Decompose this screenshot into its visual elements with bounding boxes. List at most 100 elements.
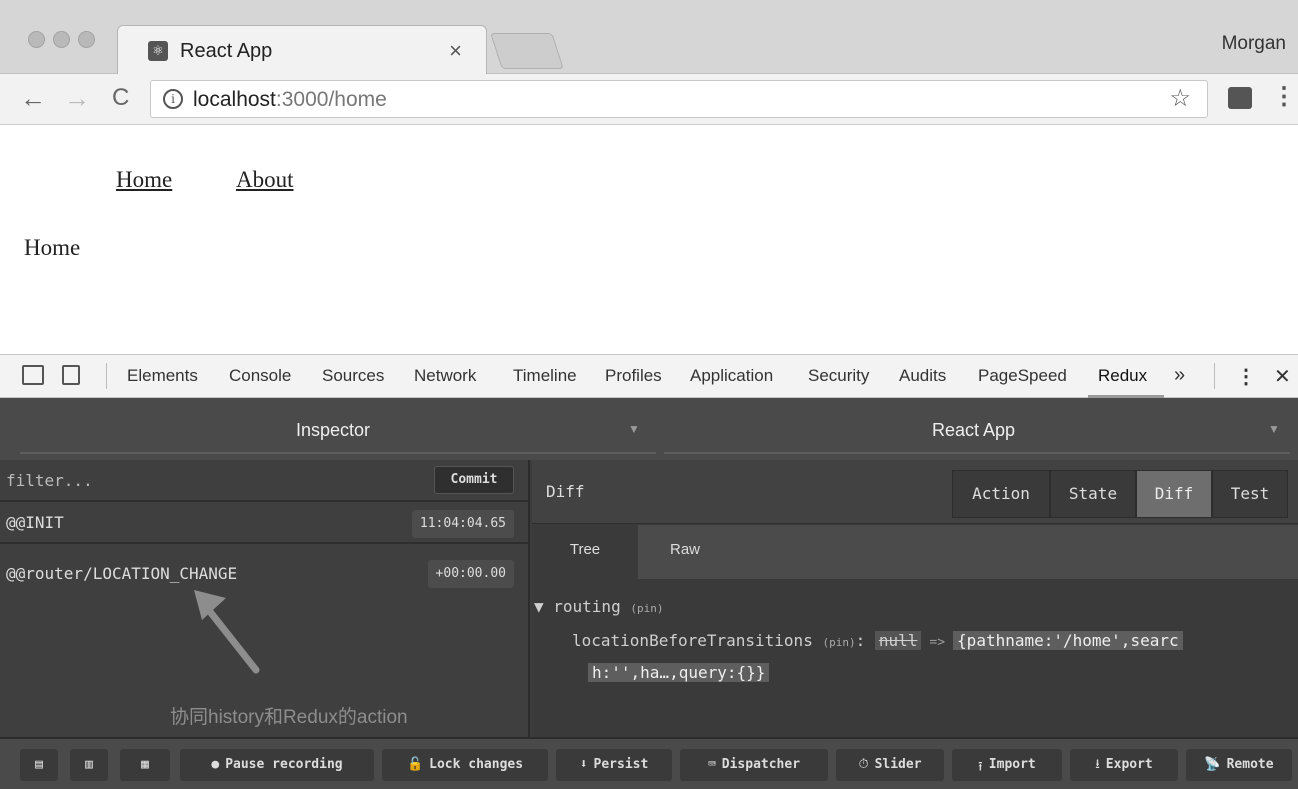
extension-icon[interactable] [1228,87,1252,109]
info-icon[interactable]: i [163,89,183,109]
browser-tab[interactable]: ⚛ React App × [117,25,487,74]
annotation-text: 协同history和Redux的action [170,707,408,728]
lock-changes-button[interactable]: 🔓 Lock changes [382,749,548,781]
browser-toolbar: ← → C i localhost:3000/home ☆ ⋮ [0,74,1298,125]
forward-icon[interactable]: → [64,83,90,113]
list-item[interactable]: @@INIT 11:04:04.65 [0,504,528,544]
layout-right-button[interactable]: ▥ [70,749,108,781]
expand-triangle-icon[interactable]: ▼ [534,597,553,616]
tab-state[interactable]: State [1050,470,1136,518]
tab-sources[interactable]: Sources [322,366,384,386]
tab-test[interactable]: Test [1212,470,1288,518]
pin-link[interactable]: (pin) [822,636,855,649]
upload-icon: ⭳ [978,758,983,773]
layout-left-button[interactable]: ▤ [20,749,58,781]
tab-raw[interactable]: Raw [648,525,722,579]
stopwatch-icon: ⏱ [858,757,869,772]
chevron-down-icon[interactable]: ▼ [1268,422,1280,436]
annotation-arrow-icon [194,590,260,674]
persist-button[interactable]: ⬇ Persist [556,749,672,781]
more-tabs-icon[interactable]: » [1174,364,1185,387]
tree-key: locationBeforeTransitions [572,631,813,650]
tab-application[interactable]: Application [690,366,773,386]
diff-header: Diff Action State Diff Test [532,460,1298,524]
pause-recording-button[interactable]: ● Pause recording [180,749,374,781]
inspector-select[interactable]: Inspector [296,420,370,441]
devtools-close-icon[interactable]: ✕ [1274,364,1291,389]
react-favicon-icon: ⚛ [148,41,168,61]
added-value: h:'',ha…,query:{}} [588,663,770,682]
tab-network[interactable]: Network [414,366,476,386]
pin-link[interactable]: (pin) [630,602,663,615]
device-toolbar-icon[interactable] [62,365,80,385]
filter-row: filter... Commit [0,460,528,502]
reload-icon[interactable]: C [112,83,129,113]
devtools-menu-icon[interactable]: ⋮ [1236,364,1256,389]
tab-console[interactable]: Console [229,366,291,386]
lock-icon: 🔓 [406,757,424,772]
back-icon[interactable]: ← [20,83,46,113]
export-button[interactable]: ⭳ Export [1070,749,1178,781]
browser-tab-bar: ⚛ React App × Morgan [0,0,1298,74]
browser-menu-icon[interactable]: ⋮ [1272,82,1296,111]
tab-tree[interactable]: Tree [532,525,638,579]
tree-value-continued: h:'',ha…,query:{}} [588,663,770,682]
tree-node-routing[interactable]: ▼ routing (pin) [534,597,663,616]
redux-devtools-panel: Inspector ▼ React App ▼ filter... Commit… [0,398,1298,789]
filter-input[interactable]: filter... [6,471,93,490]
action-name: @@INIT [6,513,64,532]
address-bar[interactable]: i localhost:3000/home ☆ [150,80,1208,118]
redux-bottom-toolbar: ▤ ▥ ▦ ● Pause recording 🔓 Lock changes ⬇ Pe… [0,737,1298,789]
layout-right-icon: ▥ [85,757,93,772]
monitor-header: Inspector ▼ React App ▼ [0,398,1298,460]
divider [1214,363,1215,389]
pin-icon: ⬇ [579,757,588,772]
dispatcher-button[interactable]: ⌨ Dispatcher [680,749,828,781]
tab-action[interactable]: Action [952,470,1050,518]
tab-diff[interactable]: Diff [1136,470,1212,518]
tab-elements[interactable]: Elements [127,366,198,386]
pane-title: Diff [546,482,585,501]
bookmark-star-icon[interactable]: ☆ [1169,84,1191,113]
tab-security[interactable]: Security [808,366,869,386]
url-text[interactable]: localhost:3000/home [193,88,387,112]
divider [20,452,656,454]
import-button[interactable]: ⭳ Import [952,749,1062,781]
inspect-element-icon[interactable] [22,365,44,385]
commit-button[interactable]: Commit [434,466,514,494]
download-icon: ⭳ [1095,757,1100,772]
divider [664,452,1290,454]
nav-link-home[interactable]: Home [116,167,172,193]
profile-name[interactable]: Morgan [1222,33,1286,55]
page-heading: Home [24,235,81,260]
instance-select[interactable]: React App [932,420,1015,441]
tree-node-location[interactable]: locationBeforeTransitions (pin): null =>{… [572,631,1183,650]
remote-button[interactable]: 📡 Remote [1186,749,1292,781]
divider [106,363,107,389]
layout-left-icon: ▤ [35,757,43,772]
chevron-down-icon[interactable]: ▼ [628,422,640,436]
nav-link-about[interactable]: About [236,167,294,193]
tree-key: routing [553,597,621,616]
devtools-tab-strip: Elements Console Sources Network Timelin… [0,354,1298,398]
new-tab-button[interactable] [490,33,564,69]
window-controls [28,31,95,48]
tab-close-icon[interactable]: × [449,38,462,64]
tab-timeline[interactable]: Timeline [513,366,577,386]
maximize-window-icon[interactable] [78,31,95,48]
layout-bottom-icon: ▦ [141,757,149,772]
tab-profiles[interactable]: Profiles [605,366,662,386]
layout-bottom-button[interactable]: ▦ [120,749,170,781]
minimize-window-icon[interactable] [53,31,70,48]
added-value: {pathname:'/home',searc [953,631,1183,650]
diff-pane: Diff Action State Diff Test Tree Raw ▼ r… [532,460,1298,737]
slider-button[interactable]: ⏱ Slider [836,749,944,781]
action-time: +00:00.00 [427,560,514,588]
close-window-icon[interactable] [28,31,45,48]
tab-pagespeed[interactable]: PageSpeed [978,366,1067,386]
tab-redux[interactable]: Redux [1098,366,1147,386]
url-host: localhost [193,88,276,111]
action-time: 11:04:04.65 [411,510,514,538]
keyboard-icon: ⌨ [707,757,716,772]
tab-audits[interactable]: Audits [899,366,946,386]
